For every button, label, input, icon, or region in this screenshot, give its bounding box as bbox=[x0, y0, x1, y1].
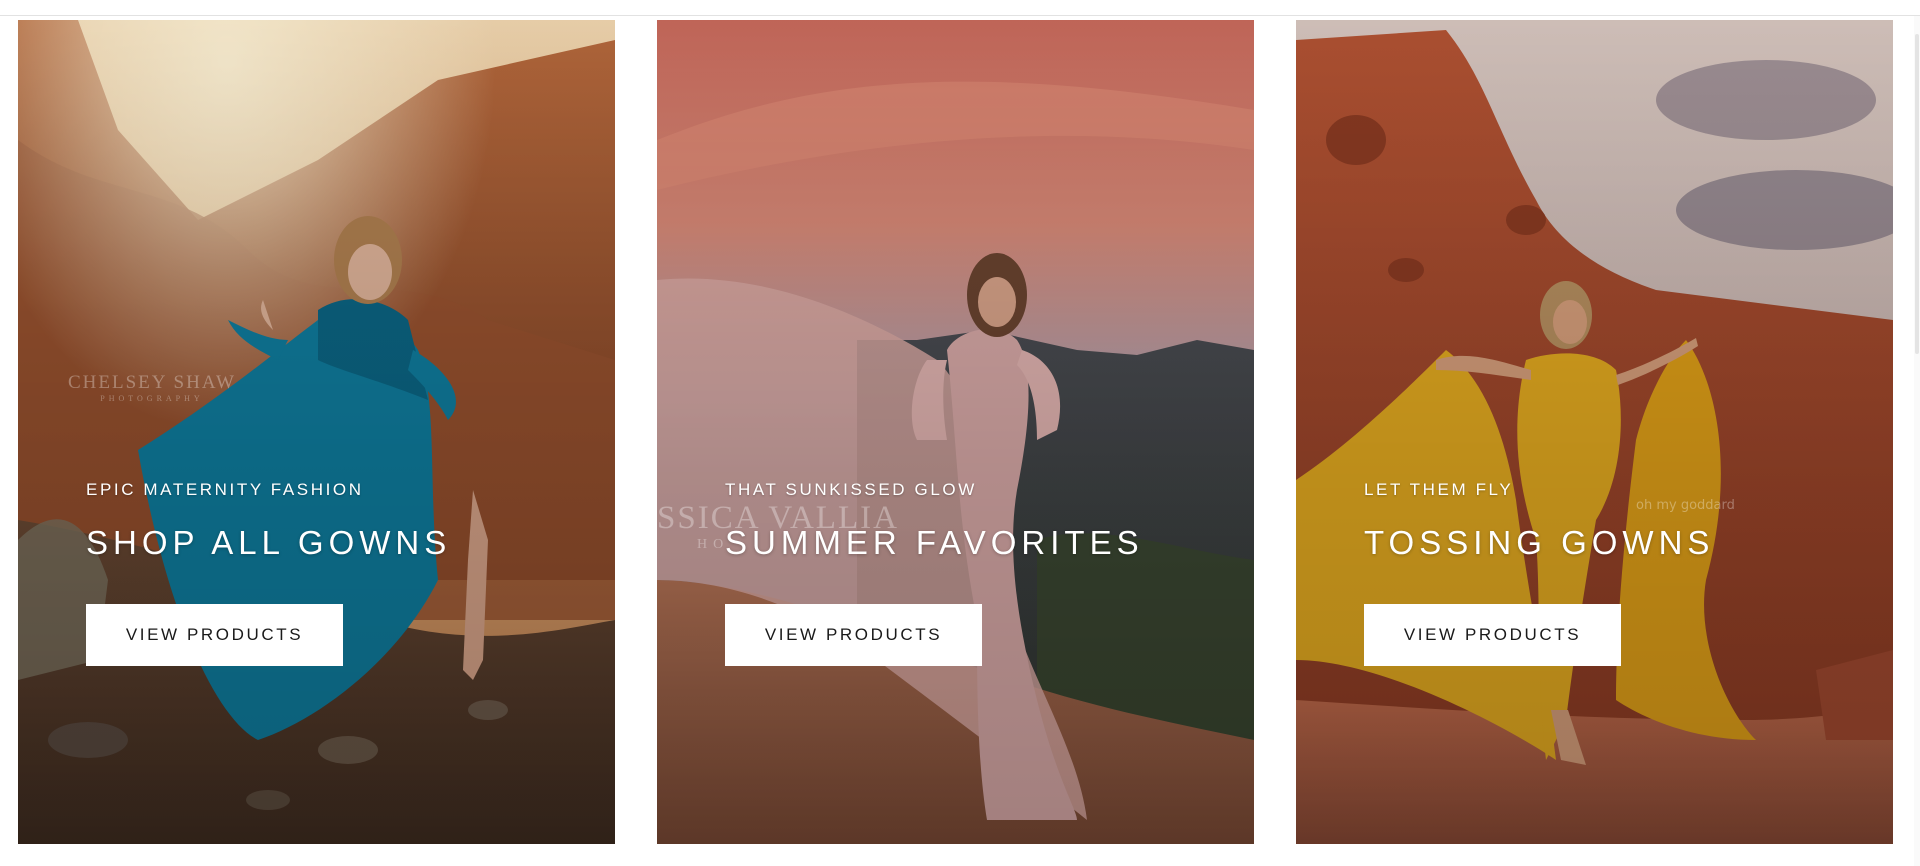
view-products-button[interactable]: VIEW PRODUCTS bbox=[86, 604, 343, 666]
card-content: LET THEM FLY TOSSING GOWNS VIEW PRODUCTS bbox=[1364, 480, 1714, 666]
watermark-text: CHELSEY SHAW bbox=[68, 372, 236, 393]
card-title[interactable]: SHOP ALL GOWNS bbox=[86, 524, 451, 562]
collection-card-tossing-gowns[interactable]: oh my goddard LET THEM FLY TOSSING GOWNS… bbox=[1296, 20, 1893, 844]
watermark-subtext: PHOTOGRAPHY bbox=[100, 394, 204, 403]
card-overlay bbox=[1296, 20, 1893, 844]
card-eyebrow: EPIC MATERNITY FASHION bbox=[86, 480, 364, 499]
photographer-watermark: CHELSEY SHAW PHOTOGRAPHY bbox=[68, 372, 236, 403]
view-products-button[interactable]: VIEW PRODUCTS bbox=[1364, 604, 1621, 666]
card-eyebrow: THAT SUNKISSED GLOW bbox=[725, 480, 977, 499]
card-eyebrow: LET THEM FLY bbox=[1364, 480, 1514, 499]
collection-card-shop-all-gowns[interactable]: CHELSEY SHAW PHOTOGRAPHY EPIC MATERNITY … bbox=[18, 20, 615, 844]
card-title[interactable]: SUMMER FAVORITES bbox=[725, 524, 1144, 562]
card-overlay bbox=[657, 20, 1254, 844]
view-products-button[interactable]: VIEW PRODUCTS bbox=[725, 604, 982, 666]
card-overlay bbox=[18, 20, 615, 844]
scrollbar-track[interactable] bbox=[1914, 16, 1920, 866]
card-content: EPIC MATERNITY FASHION SHOP ALL GOWNS VI… bbox=[86, 480, 451, 666]
scrollbar-thumb[interactable] bbox=[1915, 34, 1919, 354]
collection-grid: CHELSEY SHAW PHOTOGRAPHY EPIC MATERNITY … bbox=[18, 20, 1893, 844]
top-divider bbox=[0, 0, 1920, 16]
card-title[interactable]: TOSSING GOWNS bbox=[1364, 524, 1714, 562]
collection-card-summer-favorites[interactable]: SSICA VALLIA HO THAT SUNKISSED GLOW SUMM… bbox=[657, 20, 1254, 844]
card-content: THAT SUNKISSED GLOW SUMMER FAVORITES VIE… bbox=[725, 480, 1144, 666]
